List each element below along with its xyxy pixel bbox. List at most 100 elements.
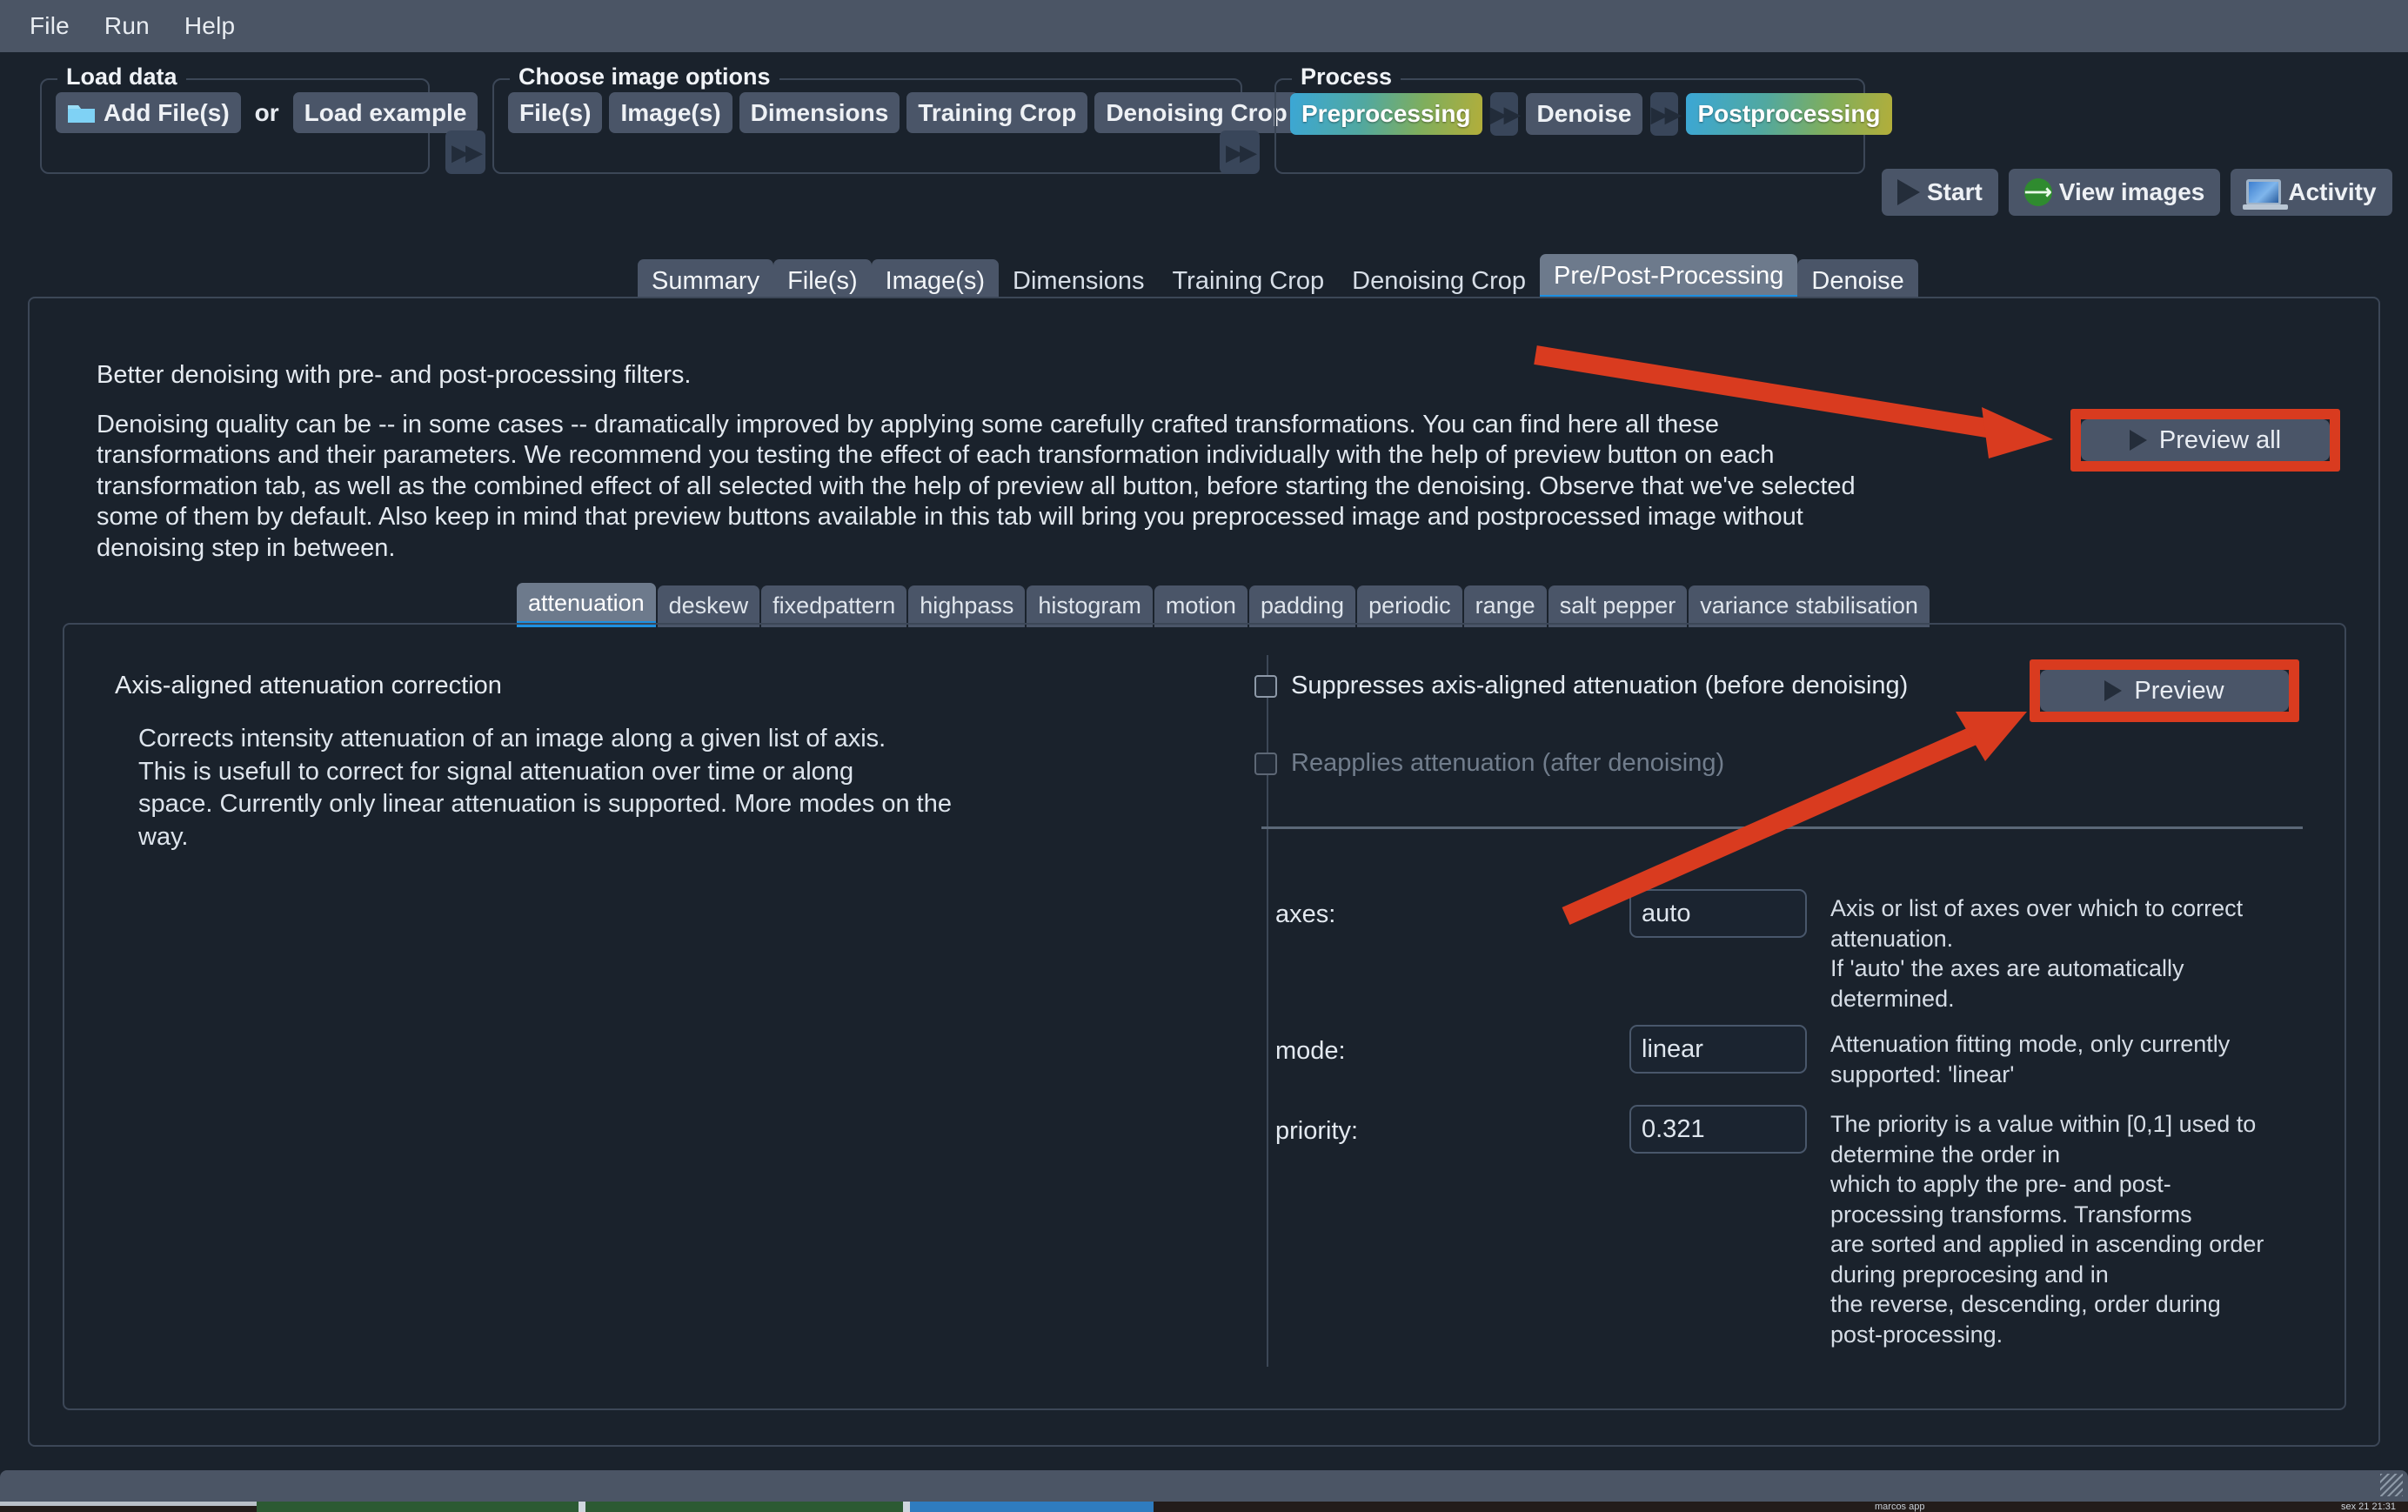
arrow-right-circle-icon: ⟶ — [2023, 178, 2052, 206]
option-label-files: File(s) — [519, 99, 592, 126]
start-label: Start — [1927, 178, 1983, 206]
param-label-axes: axes: — [1275, 900, 1336, 928]
menu-item-run[interactable]: Run — [90, 9, 164, 43]
play-icon-preview-all — [2129, 430, 2147, 451]
image-options-group: Choose image options File(s) Image(s) Di… — [492, 64, 1299, 174]
taskbar-window-label[interactable]: marcos app — [1875, 1502, 1924, 1512]
reapplies-attenuation-label: Reapplies attenuation (after denoising) — [1291, 749, 1725, 777]
suppresses-attenuation-checkbox[interactable] — [1254, 674, 1277, 698]
subtab-padding[interactable]: padding — [1248, 585, 1356, 627]
or-label: or — [254, 98, 279, 126]
fast-forward-icon-4: ▶▶ — [1650, 92, 1682, 136]
option-button-dimensions[interactable]: Dimensions — [739, 92, 900, 134]
taskbar-item-1[interactable] — [257, 1502, 579, 1512]
param-input-mode[interactable] — [1629, 1025, 1807, 1074]
option-label-dimensions: Dimensions — [750, 99, 889, 126]
transform-title: Axis-aligned attenuation correction — [115, 672, 502, 699]
suppresses-attenuation-label: Suppresses axis-aligned attenuation (bef… — [1291, 672, 1909, 699]
param-desc-mode: Attenuation fitting mode, only currently… — [1830, 1031, 2231, 1087]
preprocessing-button[interactable]: Preprocessing — [1290, 93, 1482, 135]
option-button-files[interactable]: File(s) — [508, 92, 603, 134]
add-files-label: Add File(s) — [104, 99, 230, 126]
taskbar-rest — [1154, 1502, 2408, 1512]
subtab-highpass[interactable]: highpass — [908, 585, 1026, 627]
menu-item-file[interactable]: File — [16, 9, 84, 43]
param-input-axes[interactable] — [1629, 889, 1807, 938]
image-options-title: Choose image options — [510, 64, 779, 90]
preview-all-annotation: Preview all — [2070, 409, 2340, 472]
preview-annotation: Preview — [2030, 659, 2299, 722]
subtab-histogram[interactable]: histogram — [1027, 585, 1153, 627]
transform-tab-bar: attenuation deskew fixedpattern highpass… — [517, 583, 1931, 627]
taskbar-clock: sex 21 21:31 — [2341, 1502, 2396, 1512]
taskbar-item-2[interactable] — [585, 1502, 903, 1512]
option-label-images: Image(s) — [620, 99, 721, 126]
subtab-motion[interactable]: motion — [1154, 585, 1247, 627]
laptop-icon — [2243, 179, 2289, 210]
load-data-group: Load data Add File(s) or Load example — [40, 64, 478, 174]
option-button-denoising-crop[interactable]: Denoising Crop — [1094, 92, 1299, 134]
load-example-label: Load example — [304, 99, 467, 126]
process-title: Process — [1292, 64, 1401, 90]
option-button-training-crop[interactable]: Training Crop — [906, 92, 1088, 134]
preview-all-label: Preview all — [2158, 425, 2282, 454]
option-label-denoising-crop: Denoising Crop — [1106, 99, 1288, 126]
denoise-button[interactable]: Denoise — [1525, 93, 1643, 135]
reapplies-attenuation-checkbox[interactable] — [1254, 752, 1277, 775]
fast-forward-icon-2: ▶▶ — [1220, 130, 1260, 174]
preview-button[interactable]: Preview — [2040, 670, 2289, 712]
taskbar-item-3[interactable] — [910, 1502, 1154, 1512]
play-icon — [1897, 179, 1920, 205]
taskbar-left-strip — [0, 1502, 257, 1506]
preview-label: Preview — [2134, 676, 2224, 705]
resize-grip-icon[interactable] — [2380, 1474, 2403, 1496]
taskbar-gap-1 — [579, 1502, 585, 1512]
horizontal-divider — [1261, 826, 2303, 829]
content-paragraph: Denoising quality can be -- in some case… — [97, 411, 1856, 562]
process-group: Process Preprocessing ▶▶ Denoise ▶▶ Post… — [1274, 64, 1892, 174]
main-tab-bar: Summary File(s) Image(s) Dimensions Trai… — [638, 254, 1918, 304]
subtab-salt-pepper[interactable]: salt pepper — [1548, 585, 1688, 627]
subtab-fixedpattern[interactable]: fixedpattern — [761, 585, 907, 627]
toolbar: Load data Add File(s) or Load example ▶▶… — [0, 52, 2408, 216]
option-button-images[interactable]: Image(s) — [609, 92, 732, 134]
subtab-variance-stabilisation[interactable]: variance stabilisation — [1689, 585, 1930, 627]
transform-description: Corrects intensity attenuation of an ima… — [138, 725, 952, 852]
postprocessing-label: Postprocessing — [1697, 100, 1881, 128]
fast-forward-icon-1: ▶▶ — [445, 130, 485, 174]
play-icon-preview — [2104, 680, 2123, 701]
view-images-button[interactable]: ⟶ View images — [2008, 169, 2221, 216]
checkbox-row-before[interactable]: Suppresses axis-aligned attenuation (bef… — [1254, 672, 1908, 700]
tab-pre-post-processing[interactable]: Pre/Post-Processing — [1540, 254, 1798, 301]
activity-label: Activity — [2288, 178, 2377, 206]
load-data-title: Load data — [57, 64, 186, 90]
subtab-range[interactable]: range — [1463, 585, 1547, 627]
preview-all-button[interactable]: Preview all — [2081, 419, 2330, 461]
os-taskbar[interactable]: marcos app sex 21 21:31 — [0, 1502, 2408, 1512]
folder-icon — [68, 104, 95, 123]
param-desc-axes: Axis or list of axes over which to corre… — [1830, 895, 2244, 1012]
checkbox-row-after[interactable]: Reapplies attenuation (after denoising) — [1254, 749, 1724, 778]
postprocessing-button[interactable]: Postprocessing — [1686, 93, 1892, 135]
denoise-label: Denoise — [1536, 100, 1632, 128]
add-files-button[interactable]: Add File(s) — [56, 92, 241, 134]
taskbar-gap-2 — [903, 1502, 910, 1512]
subtab-deskew[interactable]: deskew — [657, 585, 760, 627]
load-example-button[interactable]: Load example — [292, 92, 478, 134]
activity-button[interactable]: Activity — [2231, 169, 2392, 216]
application-window: File Run Help Load data Add File(s) or L… — [0, 0, 2408, 1512]
param-label-mode: mode: — [1275, 1037, 1346, 1065]
view-images-label: View images — [2058, 178, 2205, 206]
menu-item-help[interactable]: Help — [171, 9, 249, 43]
start-button[interactable]: Start — [1882, 169, 1998, 216]
option-label-training-crop: Training Crop — [918, 99, 1077, 126]
window-status-bar — [0, 1470, 2408, 1502]
fast-forward-icon-3: ▶▶ — [1489, 92, 1522, 136]
subtab-attenuation[interactable]: attenuation — [517, 583, 656, 627]
subtab-periodic[interactable]: periodic — [1357, 585, 1462, 627]
param-input-priority[interactable] — [1629, 1105, 1807, 1154]
param-label-priority: priority: — [1275, 1117, 1359, 1145]
param-desc-priority: The priority is a value within [0,1] use… — [1830, 1111, 2264, 1348]
menu-bar: File Run Help — [0, 0, 2408, 52]
toolbar-actions: Start ⟶ View images Activity — [1882, 169, 2392, 216]
